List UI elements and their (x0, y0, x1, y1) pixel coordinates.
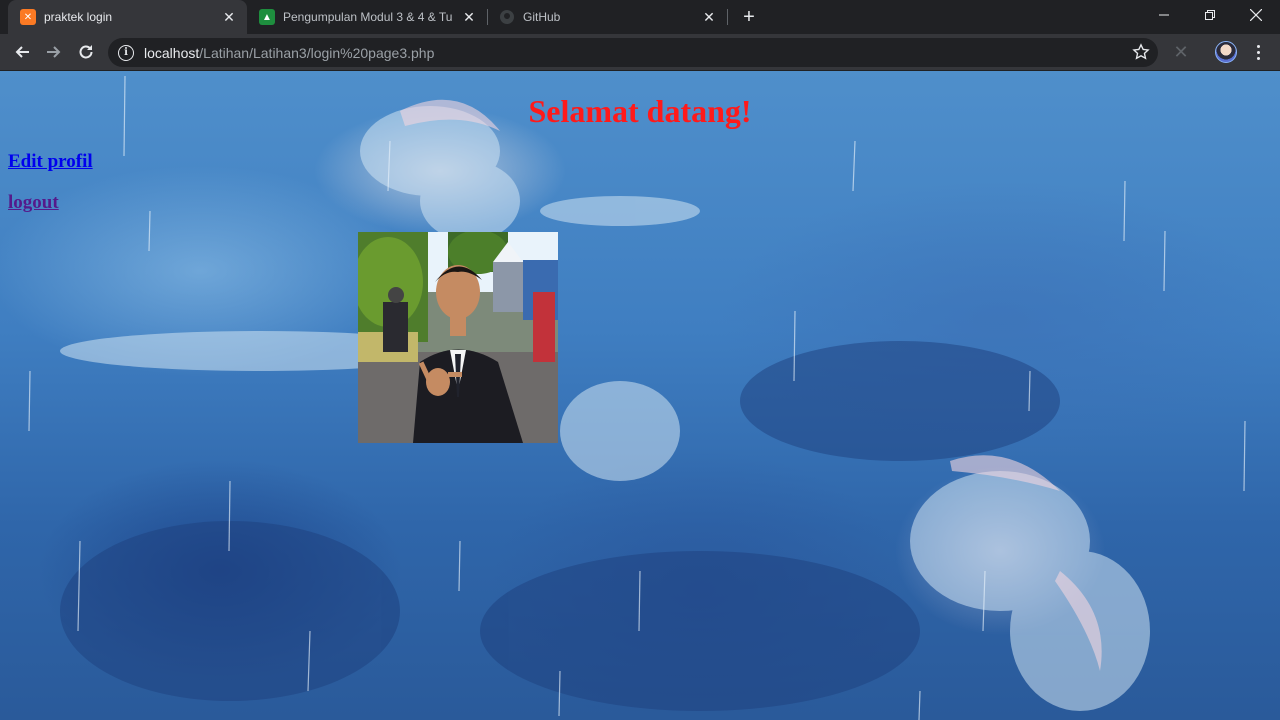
classroom-icon: ▲ (259, 9, 275, 25)
restore-icon (1205, 10, 1215, 20)
edit-profile-link[interactable]: Edit profil (8, 151, 93, 173)
close-icon (1250, 9, 1262, 21)
tab-pengumpulan-modul[interactable]: ▲ Pengumpulan Modul 3 & 4 & Tu ✕ (247, 0, 487, 34)
reload-button[interactable] (72, 38, 100, 66)
profile-avatar[interactable] (1215, 41, 1237, 63)
page-content: Selamat datang! Edit profil logout (0, 71, 1280, 720)
forward-button[interactable] (40, 38, 68, 66)
browser-toolbar: i localhost/Latihan/Latihan3/login%20pag… (0, 34, 1280, 71)
close-tab-icon[interactable]: ✕ (701, 9, 717, 25)
github-icon (499, 9, 515, 25)
info-icon[interactable]: i (118, 44, 134, 61)
minimize-button[interactable] (1141, 0, 1187, 30)
extension-icon[interactable]: ✕ (1172, 40, 1190, 64)
bookmark-star-icon[interactable] (1132, 43, 1150, 61)
tab-github[interactable]: GitHub ✕ (487, 0, 727, 34)
close-tab-icon[interactable]: ✕ (221, 9, 237, 25)
close-tab-icon[interactable]: ✕ (461, 9, 477, 25)
url-path: /Latihan/Latihan3/login%20page3.php (199, 44, 435, 61)
restore-button[interactable] (1187, 0, 1233, 30)
tab-separator (727, 9, 728, 25)
page-viewport: Selamat datang! Edit profil logout (0, 71, 1280, 720)
tab-praktek-login[interactable]: ✕ praktek login ✕ (8, 0, 247, 34)
welcome-heading: Selamat datang! (528, 93, 752, 129)
profile-photo (358, 232, 558, 443)
arrow-right-icon (47, 46, 61, 58)
tab-title: praktek login (44, 10, 113, 24)
close-window-button[interactable] (1233, 0, 1279, 30)
new-tab-button[interactable]: + (737, 5, 761, 29)
url-host: localhost (144, 44, 200, 61)
tab-strip: ✕ praktek login ✕ ▲ Pengumpulan Modul 3 … (0, 0, 1280, 34)
minimize-icon (1159, 14, 1169, 16)
address-bar[interactable]: i localhost/Latihan/Latihan3/login%20pag… (108, 38, 1158, 67)
tab-title: GitHub (523, 10, 561, 24)
xampp-icon: ✕ (20, 9, 36, 25)
reload-icon (79, 45, 93, 59)
tab-title: Pengumpulan Modul 3 & 4 & Tu (283, 10, 453, 24)
logout-link[interactable]: logout (8, 192, 59, 214)
url-text: localhost/Latihan/Latihan3/login%20page3… (144, 45, 434, 61)
back-button[interactable] (8, 38, 36, 66)
arrow-left-icon (15, 46, 29, 58)
browser-menu-button[interactable] (1250, 40, 1266, 64)
